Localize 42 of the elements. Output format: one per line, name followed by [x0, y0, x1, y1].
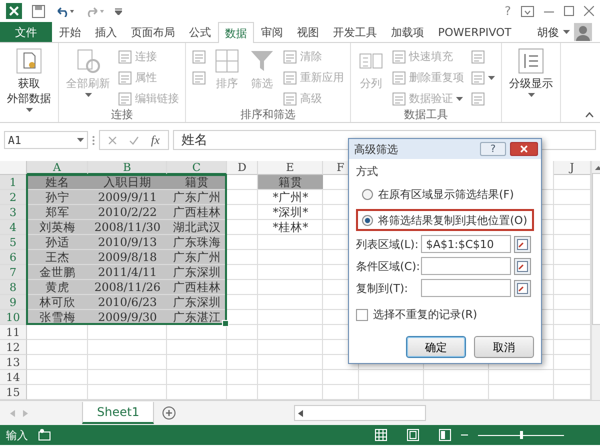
table-cell: 黄虎 [27, 280, 88, 294]
table-cell: 2011/4/11 [88, 265, 167, 279]
table-cell-text: *广州* [272, 190, 310, 204]
table-cell: 广东深圳 [167, 265, 227, 279]
table-cell: 广西桂林 [167, 280, 227, 294]
table-cell: 金世鹏 [27, 265, 88, 279]
table-cell: 王杰 [27, 250, 88, 264]
table-cell: 刘英梅 [27, 220, 88, 234]
table-cell: 2009/9/30 [88, 310, 167, 324]
table-cell: 广西桂林 [167, 205, 227, 219]
table-cell: 2008/11/30 [88, 220, 167, 234]
table-cell: 广东深圳 [167, 295, 227, 309]
field-label: 复制到(T): [356, 280, 410, 296]
status-mode: 输入 [6, 428, 28, 442]
table-cell: 广东珠海 [167, 235, 227, 249]
group-label: 数据工具 [403, 107, 449, 122]
table-cell: 2008/11/26 [88, 280, 167, 294]
table-cell-text: *桂林* [272, 220, 310, 234]
table-cell-text: *深圳* [272, 205, 310, 219]
section-label: 方式 [356, 164, 379, 179]
dialog-title: 高级筛选 [354, 142, 398, 156]
table-cell: 2009/8/18 [88, 250, 167, 264]
table-cell: 孙宁 [27, 190, 88, 204]
table-cell: 姓名 [27, 175, 88, 189]
table-cell: 2009/9/11 [88, 190, 167, 204]
table-cell: 广东广州 [167, 250, 227, 264]
table-cell: 2010/9/13 [88, 235, 167, 249]
field-label: 条件区域(C): [356, 258, 418, 274]
table-cell: 2010/2/22 [88, 205, 167, 219]
table-cell: 2010/6/23 [88, 295, 167, 309]
table-cell: 张雪梅 [27, 310, 88, 324]
table-cell: 籍贯 [258, 175, 323, 189]
table-cell: 入职日期 [88, 175, 167, 189]
table-cell: 湖北武汉 [167, 220, 227, 234]
table-cell: 林可欣 [27, 295, 88, 309]
field-label: 列表区域(L): [356, 236, 418, 252]
table-cell: 孙适 [27, 235, 88, 249]
table-cell: 广东广州 [167, 190, 227, 204]
group-label: 连接 [110, 107, 134, 122]
table-cell: 籍贯 [167, 175, 227, 189]
group-label: 排序和筛选 [240, 107, 296, 122]
table-cell: 郑军 [27, 205, 88, 219]
